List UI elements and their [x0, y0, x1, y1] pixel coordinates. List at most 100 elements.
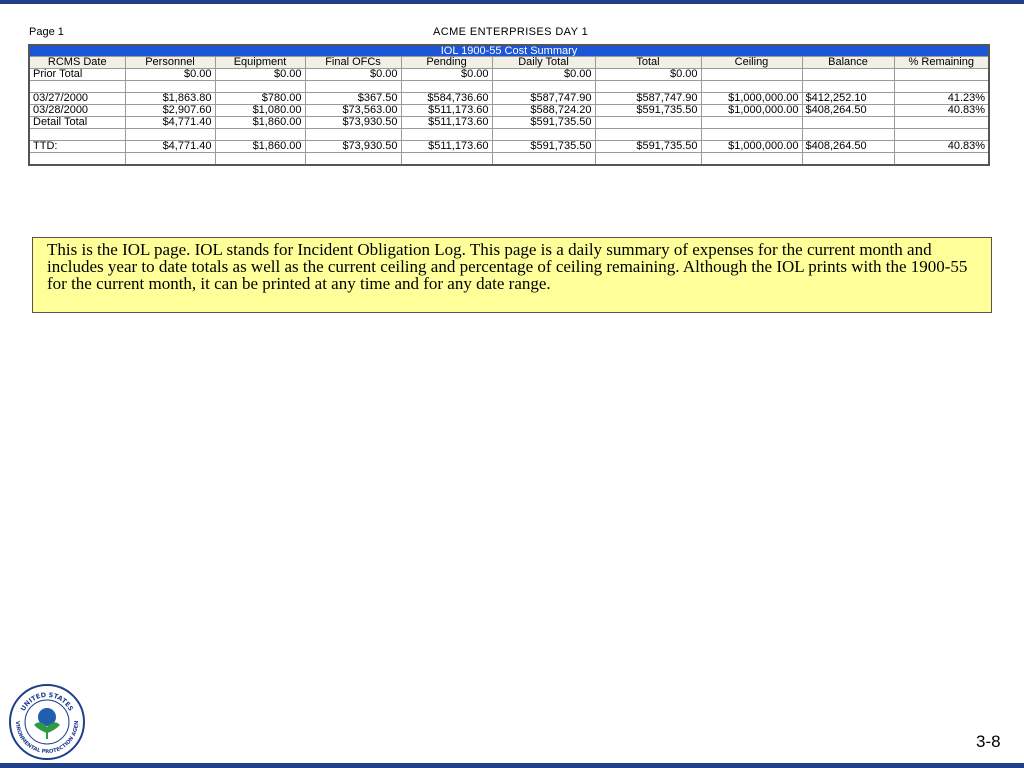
column-header-ceiling: Ceiling	[700, 56, 803, 69]
epa-seal-graphic: UNITED STATES ENVIRONMENTAL PROTECTION A…	[5, 679, 85, 760]
table-cell: $367.50	[304, 92, 402, 105]
table-cell	[893, 80, 990, 93]
table-cell: $1,000,000.00	[700, 104, 803, 117]
table-cell	[594, 80, 702, 93]
bottom-accent-bar	[0, 763, 1024, 768]
table-cell	[28, 152, 126, 166]
table-cell	[124, 80, 216, 93]
table-cell	[491, 152, 596, 166]
table-cell	[801, 80, 895, 93]
table-cell	[400, 80, 493, 93]
table-row: 03/27/2000 $1,863.80 $780.00 $367.50 $58…	[28, 92, 990, 105]
table-cell: $412,252.10	[801, 92, 895, 105]
column-header-balance: Balance	[801, 56, 895, 69]
table-cell: $73,563.00	[304, 104, 402, 117]
column-header-final-ofcs: Final OFCs	[304, 56, 402, 69]
table-cell	[28, 128, 126, 141]
table-cell: $1,000,000.00	[700, 92, 803, 105]
table-cell	[304, 80, 402, 93]
table-cell: $584,736.60	[400, 92, 493, 105]
table-cell	[700, 128, 803, 141]
table-cell	[801, 152, 895, 166]
table-cell	[801, 68, 895, 81]
table-cell	[304, 152, 402, 166]
table-cell	[893, 68, 990, 81]
table-cell	[214, 80, 306, 93]
page-label: Page 1	[29, 26, 64, 38]
table-cell	[801, 116, 895, 129]
table-row: Prior Total $0.00 $0.00 $0.00 $0.00 $0.0…	[28, 68, 990, 81]
table-cell: $780.00	[214, 92, 306, 105]
table-cell	[28, 80, 126, 93]
table-cell: $1,860.00	[214, 116, 306, 129]
table-cell: $588,724.20	[491, 104, 596, 117]
table-cell: 40.83%	[893, 104, 990, 117]
table-cell	[491, 128, 596, 141]
table-cell: $1,860.00	[214, 140, 306, 153]
table-cell: Detail Total	[28, 116, 126, 129]
table-cell: 03/27/2000	[28, 92, 126, 105]
table-cell: 40.83%	[893, 140, 990, 153]
table-cell	[700, 152, 803, 166]
table-cell	[700, 68, 803, 81]
table-cell	[893, 128, 990, 141]
table-row	[28, 152, 990, 166]
table-cell	[700, 80, 803, 93]
epa-seal-icon: UNITED STATES ENVIRONMENTAL PROTECTION A…	[5, 679, 86, 761]
table-cell	[893, 152, 990, 166]
table-cell: $587,747.90	[491, 92, 596, 105]
table-cell: $511,173.60	[400, 116, 493, 129]
table-row	[28, 80, 990, 93]
column-header-equipment: Equipment	[214, 56, 306, 69]
table-cell: $0.00	[214, 68, 306, 81]
table-caption: IOL 1900-55 Cost Summary	[28, 44, 990, 57]
table-cell: $2,907.60	[124, 104, 216, 117]
explanation-note: This is the IOL page. IOL stands for Inc…	[32, 237, 992, 313]
table-cell	[304, 128, 402, 141]
top-accent-bar	[0, 0, 1024, 4]
column-header-total: Total	[594, 56, 702, 69]
table-cell: $73,930.50	[304, 140, 402, 153]
column-header-daily-total: Daily Total	[491, 56, 596, 69]
report-title: ACME ENTERPRISES DAY 1	[433, 26, 589, 38]
table-cell	[700, 116, 803, 129]
table-cell: 41.23%	[893, 92, 990, 105]
table-cell	[594, 128, 702, 141]
table-cell: $408,264.50	[801, 140, 895, 153]
table-cell	[124, 152, 216, 166]
column-header-rcms-date: RCMS Date	[28, 56, 126, 69]
table-cell: $591,735.50	[594, 140, 702, 153]
table-cell	[400, 128, 493, 141]
table-row: 03/28/2000 $2,907.60 $1,080.00 $73,563.0…	[28, 104, 990, 117]
table-cell	[491, 80, 596, 93]
table-cell: $0.00	[594, 68, 702, 81]
table-cell: $0.00	[124, 68, 216, 81]
table-cell: $591,735.50	[594, 104, 702, 117]
table-cell	[594, 116, 702, 129]
table-cell	[124, 128, 216, 141]
table-cell: $1,863.80	[124, 92, 216, 105]
table-cell: $0.00	[304, 68, 402, 81]
iol-cost-summary-table: IOL 1900-55 Cost Summary RCMS Date Perso…	[28, 44, 991, 166]
table-cell: $73,930.50	[304, 116, 402, 129]
table-cell: $4,771.40	[124, 116, 216, 129]
table-cell: $591,735.50	[491, 116, 596, 129]
table-cell: $1,080.00	[214, 104, 306, 117]
table-cell	[801, 128, 895, 141]
column-header-personnel: Personnel	[124, 56, 216, 69]
table-cell: Prior Total	[28, 68, 126, 81]
table-cell: $408,264.50	[801, 104, 895, 117]
table-cell	[400, 152, 493, 166]
table-cell: $587,747.90	[594, 92, 702, 105]
table-cell	[893, 116, 990, 129]
table-cell: $1,000,000.00	[700, 140, 803, 153]
table-cell: $0.00	[491, 68, 596, 81]
table-cell: $511,173.60	[400, 140, 493, 153]
table-cell: $4,771.40	[124, 140, 216, 153]
table-row: TTD: $4,771.40 $1,860.00 $73,930.50 $511…	[28, 140, 990, 153]
table-cell	[594, 152, 702, 166]
table-cell: 03/28/2000	[28, 104, 126, 117]
table-cell	[214, 128, 306, 141]
slide-number: 3-8	[976, 732, 1001, 751]
table-cell: TTD:	[28, 140, 126, 153]
